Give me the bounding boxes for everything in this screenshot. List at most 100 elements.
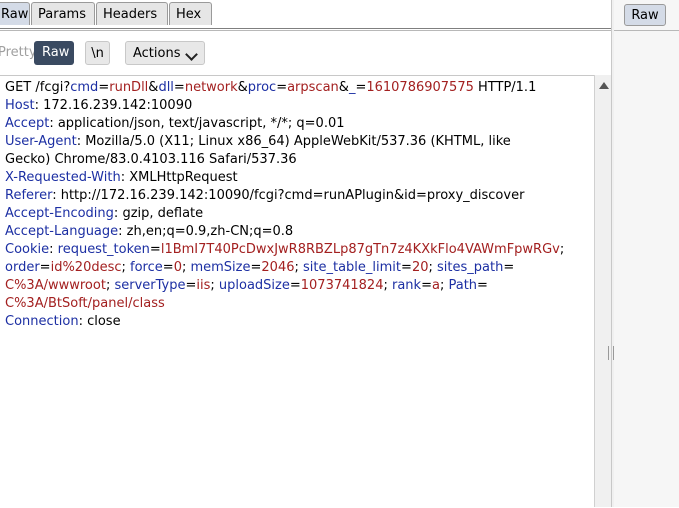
cookie-value: C%3A/wwwroot bbox=[5, 278, 106, 293]
cookie-equals: = bbox=[149, 242, 161, 257]
header-colon: : bbox=[118, 224, 127, 239]
actions-button[interactable]: Actions bbox=[125, 41, 205, 65]
tab-headers[interactable]: Headers bbox=[96, 2, 168, 25]
scroll-up-arrow-icon[interactable] bbox=[599, 82, 609, 89]
header-value: XMLHttpRequest bbox=[129, 170, 238, 185]
header-line: User-Agent: Mozilla/5.0 (X11; Linux x86_… bbox=[5, 133, 511, 151]
header-line: X-Requested-With: XMLHttpRequest bbox=[5, 169, 238, 187]
header-name: Accept-Language bbox=[5, 224, 119, 239]
header-name: Host bbox=[5, 98, 35, 113]
request-path: /fcgi? bbox=[35, 80, 71, 95]
right-panel: Raw bbox=[614, 0, 679, 507]
cookie-name: serverType bbox=[114, 278, 186, 293]
header-name: Cookie bbox=[5, 242, 50, 257]
cookie-separator: ; bbox=[428, 260, 437, 275]
cookie-name: uploadSize bbox=[218, 278, 290, 293]
cookie-value: C%3A/BtSoft/panel/class bbox=[5, 296, 165, 311]
tabstrip-divider bbox=[0, 30, 612, 31]
tab-params[interactable]: Params bbox=[31, 2, 95, 25]
header-name: Connection bbox=[5, 314, 79, 329]
cookie-equals: = bbox=[477, 278, 488, 293]
cookie-value: iis bbox=[196, 278, 211, 293]
vertical-scrollbar[interactable] bbox=[594, 75, 612, 507]
header-value: application/json, text/javascript, */*; … bbox=[57, 116, 345, 131]
http-version: HTTP/1.1 bbox=[478, 80, 537, 95]
cookie-value: 0 bbox=[173, 260, 182, 275]
cookie-value: 2046 bbox=[261, 260, 295, 275]
cookie-value: a bbox=[432, 278, 440, 293]
header-colon: : bbox=[76, 134, 86, 149]
header-value: Mozilla/5.0 (X11; Linux x86_64) AppleWeb… bbox=[85, 134, 511, 149]
cookie-name: sites_path bbox=[437, 260, 504, 275]
cookie-equals: = bbox=[401, 260, 412, 275]
cookie-separator: ; bbox=[559, 242, 569, 257]
query-param-equals: = bbox=[355, 80, 367, 95]
header-line: Referer: http://172.16.239.142:10090/fcg… bbox=[5, 187, 524, 205]
header-colon: : bbox=[78, 314, 88, 329]
actions-label: Actions bbox=[133, 46, 181, 61]
query-param-value: runDll bbox=[109, 80, 149, 95]
query-param-name: dll bbox=[158, 80, 174, 95]
header-name: User-Agent bbox=[5, 134, 77, 149]
header-colon: : bbox=[49, 116, 58, 131]
right-tab-raw[interactable]: Raw bbox=[624, 4, 666, 26]
tab-raw[interactable]: Raw bbox=[0, 2, 30, 25]
header-value: Gecko) Chrome/83.0.4103.116 Safari/537.3… bbox=[5, 152, 297, 167]
header-name: X-Requested-With bbox=[5, 170, 121, 185]
request-editor[interactable]: GET /fcgi?cmd=runDll&dll=network&proc=ar… bbox=[0, 75, 596, 508]
cookie-name: order bbox=[5, 260, 40, 275]
request-method: GET bbox=[5, 80, 36, 95]
header-line: Host: 172.16.239.142:10090 bbox=[5, 97, 192, 115]
cookie-name: memSize bbox=[190, 260, 251, 275]
message-tab-strip: Raw Params Headers Hex bbox=[0, 0, 612, 29]
query-param-name: proc bbox=[247, 80, 277, 95]
header-value: zh,en;q=0.9,zh-CN;q=0.8 bbox=[126, 224, 294, 239]
header-name: Referer bbox=[5, 188, 53, 203]
header-name: Accept bbox=[5, 116, 50, 131]
query-param-value: arpscan bbox=[287, 80, 339, 95]
cookie-separator: ; bbox=[383, 278, 392, 293]
cookie-value: id%20desc bbox=[50, 260, 122, 275]
query-param-equals: = bbox=[98, 80, 110, 95]
cookie-value: l1BmI7T40PcDwxJwR8RBZLp87gTn7z4KXkFlo4VA… bbox=[160, 242, 560, 257]
newline-toggle-button[interactable]: \n bbox=[85, 41, 110, 65]
header-line: order=id%20desc; force=0; memSize=2046; … bbox=[5, 259, 514, 277]
header-value: gzip, deflate bbox=[122, 206, 204, 221]
header-line: Accept: application/json, text/javascrip… bbox=[5, 115, 345, 133]
cookie-name: site_table_limit bbox=[303, 260, 402, 275]
header-value: 172.16.239.142:10090 bbox=[43, 98, 193, 113]
editor-toolbar: Pretty Raw \n Actions bbox=[0, 36, 612, 70]
cookie-equals: = bbox=[503, 260, 515, 275]
header-name: Accept-Encoding bbox=[5, 206, 114, 221]
pretty-button[interactable]: Pretty bbox=[0, 41, 37, 65]
cookie-name: force bbox=[130, 260, 163, 275]
query-param-equals: = bbox=[173, 80, 185, 95]
raw-button[interactable]: Raw bbox=[34, 41, 74, 65]
cookie-separator: ; bbox=[294, 260, 304, 275]
cookie-name: request_token bbox=[57, 242, 150, 257]
query-param-name: cmd bbox=[70, 80, 99, 95]
chevron-down-icon bbox=[185, 48, 198, 61]
header-colon: : bbox=[52, 188, 61, 203]
header-line: Accept-Language: zh,en;q=0.9,zh-CN;q=0.8 bbox=[5, 223, 293, 241]
tab-hex[interactable]: Hex bbox=[169, 2, 212, 25]
cookie-equals: = bbox=[289, 278, 301, 293]
header-line: Cookie: request_token=l1BmI7T40PcDwxJwR8… bbox=[5, 241, 568, 259]
query-param-value: network bbox=[184, 80, 238, 95]
cookie-name: rank bbox=[392, 278, 422, 293]
cookie-equals: = bbox=[421, 278, 432, 293]
query-param-equals: = bbox=[276, 80, 288, 95]
right-panel-divider bbox=[614, 30, 679, 31]
cookie-equals: = bbox=[162, 260, 174, 275]
header-line: Gecko) Chrome/83.0.4103.116 Safari/537.3… bbox=[5, 151, 297, 169]
request-line: GET /fcgi?cmd=runDll&dll=network&proc=ar… bbox=[5, 79, 536, 97]
header-colon: : bbox=[120, 170, 130, 185]
header-line: C%3A/BtSoft/panel/class bbox=[5, 295, 165, 313]
header-line: Accept-Encoding: gzip, deflate bbox=[5, 205, 203, 223]
cookie-equals: = bbox=[250, 260, 262, 275]
cookie-separator: ; bbox=[121, 260, 131, 275]
query-param-separator: & bbox=[148, 80, 159, 95]
cookie-separator: ; bbox=[210, 278, 219, 293]
cookie-name: Path bbox=[448, 278, 478, 293]
header-value: http://172.16.239.142:10090/fcgi?cmd=run… bbox=[60, 188, 525, 203]
